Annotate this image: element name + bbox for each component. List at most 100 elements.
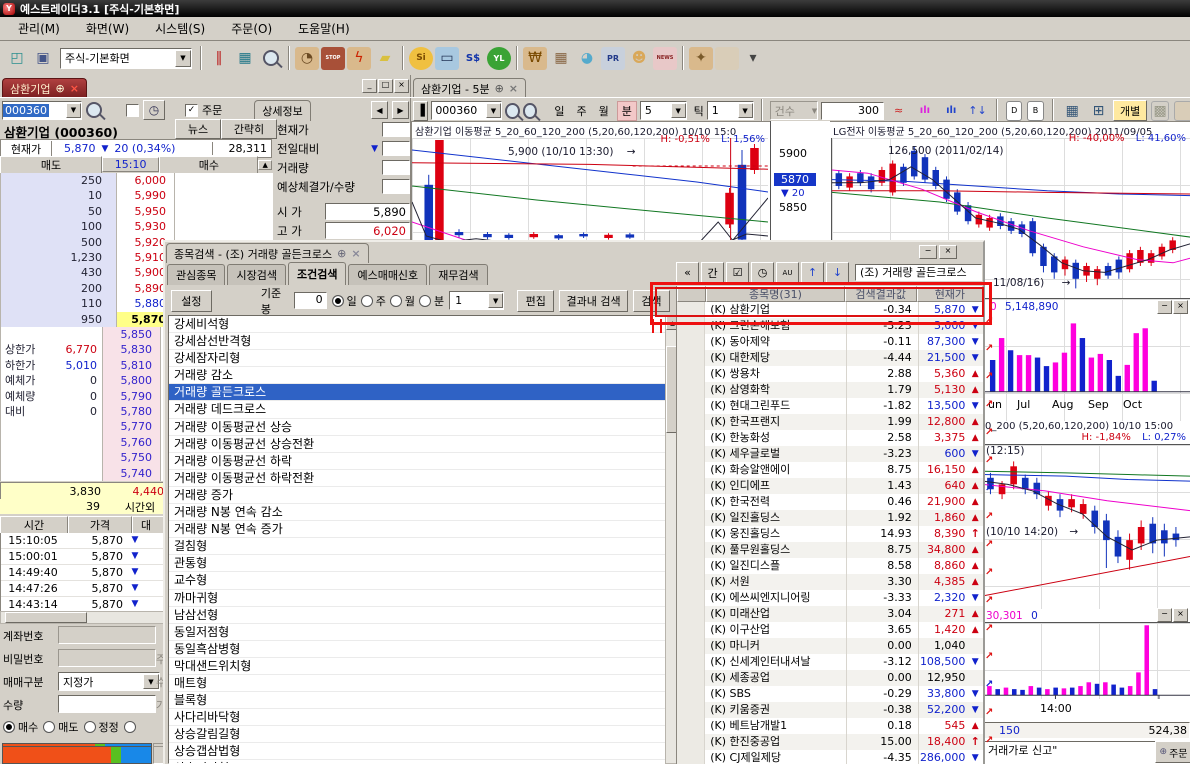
popup-tab-1[interactable]: 관심종목 bbox=[167, 264, 225, 285]
table-row[interactable]: (K) 세우글로벌-3.23600▼ bbox=[677, 446, 983, 462]
list-item[interactable]: 막대샌드위치형 bbox=[169, 658, 665, 675]
scrollbar-thumb[interactable] bbox=[5, 612, 87, 623]
list-item[interactable]: 상승갈림길형 bbox=[169, 726, 665, 743]
close-icon[interactable]: × bbox=[351, 247, 360, 260]
password-input[interactable] bbox=[58, 649, 156, 667]
list-item[interactable]: 사다리바닥형 bbox=[169, 709, 665, 726]
si-coin-icon[interactable]: Si bbox=[409, 47, 433, 70]
table-row[interactable]: (K) 일진홀딩스1.921,860▲ bbox=[677, 510, 983, 526]
clock-icon[interactable]: ◷ bbox=[143, 100, 165, 120]
table-row[interactable]: (K) 이구산업3.651,420▲ bbox=[677, 622, 983, 638]
close-icon[interactable]: × bbox=[1173, 300, 1188, 314]
zoom-plus-icon[interactable] bbox=[523, 103, 538, 119]
order-side-radio-extra[interactable] bbox=[124, 721, 136, 733]
next-arrow-icon[interactable]: ▶ bbox=[392, 101, 409, 119]
table-row[interactable]: (K) 일진디스플8.588,860▲ bbox=[677, 558, 983, 574]
calendar-search-icon[interactable]: ▦ bbox=[549, 47, 573, 70]
ask-price[interactable]: 5,990 bbox=[117, 188, 175, 203]
timer-checkbox[interactable] bbox=[126, 104, 139, 117]
stop-icon[interactable]: STOP bbox=[321, 47, 345, 70]
ask-row[interactable]: 2506,000 bbox=[1, 173, 273, 188]
popup-tab-2[interactable]: 시장검색 bbox=[227, 264, 285, 285]
order-checkbox[interactable]: ✓ bbox=[185, 104, 198, 117]
popup-period-radio-월[interactable]: 월 bbox=[390, 293, 415, 309]
list-item[interactable]: 상승기아형 bbox=[169, 760, 665, 764]
bid-price[interactable]: 5,760 bbox=[103, 435, 161, 450]
news-icon[interactable]: NEWS bbox=[653, 47, 677, 70]
ask-row[interactable]: 505,950 bbox=[1, 204, 273, 219]
volume-chart-icon[interactable]: ılı bbox=[941, 99, 962, 122]
line-chart-icon[interactable]: ≈ bbox=[888, 99, 909, 122]
bookmark-icon[interactable]: ▐ bbox=[413, 101, 428, 121]
count-select[interactable]: 건수 ▼ bbox=[770, 101, 819, 120]
list-item[interactable]: 거래량 이동평균선 상승전환 bbox=[169, 436, 665, 453]
search-icon[interactable] bbox=[86, 102, 102, 118]
list-item[interactable]: 매트형 bbox=[169, 675, 665, 692]
tick-select[interactable]: 1 ▼ bbox=[707, 101, 754, 120]
table-row[interactable]: (K) 미래산업3.04271▲ bbox=[677, 606, 983, 622]
popup-period-radio-주[interactable]: 주 bbox=[361, 293, 386, 309]
interval-icon[interactable]: 간 bbox=[701, 262, 724, 283]
dock-icon[interactable]: « bbox=[676, 262, 699, 283]
list-item[interactable]: 거래량 N봉 연속 감소 bbox=[169, 504, 665, 521]
table-row[interactable]: (K) 동아제약-0.1187,300▼ bbox=[677, 334, 983, 350]
moneybag-icon[interactable]: ₩ bbox=[523, 47, 547, 70]
table-row[interactable]: (K) 한국전력0.4621,900▲ bbox=[677, 494, 983, 510]
chevron-down-icon[interactable]: ▼ bbox=[738, 103, 753, 118]
list-item[interactable]: 상승갭삼법형 bbox=[169, 743, 665, 760]
list-item[interactable]: 거래량 증가 bbox=[169, 487, 665, 504]
eraser-icon[interactable]: ▰ bbox=[373, 47, 397, 70]
bid-price[interactable]: 5,770 bbox=[103, 419, 161, 434]
result-query-field[interactable]: (조) 거래량 골든크로스 bbox=[855, 264, 982, 281]
clock-icon[interactable]: ◷ bbox=[751, 262, 774, 283]
minimize-icon[interactable]: − bbox=[919, 245, 937, 259]
lightning-icon[interactable]: ϟ bbox=[347, 47, 371, 70]
table-row[interactable]: (K) 대한제당-4.4421,500▼ bbox=[677, 350, 983, 366]
detail-field-input[interactable] bbox=[382, 141, 410, 156]
table-row[interactable]: (K) CJ제일제당-4.35286,000▼ bbox=[677, 750, 983, 764]
move-up-icon[interactable]: ↑ bbox=[801, 262, 824, 283]
popup-tab-5[interactable]: 재무검색 bbox=[429, 264, 487, 285]
list-item[interactable]: 걸침형 bbox=[169, 538, 665, 555]
move-down-icon[interactable]: ↓ bbox=[826, 262, 849, 283]
screen-select[interactable]: 주식-기본화면▼ bbox=[60, 48, 192, 69]
news-button[interactable]: 뉴스 bbox=[175, 119, 221, 139]
minimize-icon[interactable]: − bbox=[1157, 608, 1172, 622]
menu-item[interactable]: 화면(W) bbox=[82, 18, 133, 39]
popup-period-radio-분[interactable]: 분 bbox=[419, 293, 444, 309]
menu-item[interactable]: 도움말(H) bbox=[294, 18, 354, 39]
order-button[interactable]: ⊕ 주문 bbox=[1155, 741, 1190, 763]
chevron-down-icon[interactable]: ▼ bbox=[175, 50, 191, 67]
popup-minute-select[interactable]: 1 ▼ bbox=[449, 291, 504, 310]
pie-chart-icon[interactable]: ◕ bbox=[575, 47, 599, 70]
bid-price[interactable]: 5,810 bbox=[103, 358, 161, 373]
table-row[interactable]: (K) 인디에프1.43640▲ bbox=[677, 478, 983, 494]
ss-icon[interactable]: S$ bbox=[461, 47, 485, 70]
bid-price[interactable]: 5,850 bbox=[103, 327, 161, 342]
close-icon[interactable]: × bbox=[1173, 608, 1188, 622]
bid-price[interactable]: 5,830 bbox=[103, 342, 161, 357]
bar-chart-icon[interactable]: ılı bbox=[914, 99, 935, 122]
detail-field-input[interactable] bbox=[382, 122, 410, 137]
table-row[interactable]: (K) 한국프랜지1.9912,800▲ bbox=[677, 414, 983, 430]
radio-icon[interactable] bbox=[3, 721, 15, 733]
table-row[interactable]: (K) 현대그린푸드-1.8213,500▼ bbox=[677, 398, 983, 414]
chevron-down-icon[interactable]: ▼ bbox=[671, 103, 686, 118]
radio-icon[interactable] bbox=[390, 295, 402, 307]
list-item[interactable]: 거래량 이동평균선 하락 bbox=[169, 453, 665, 470]
edit-button[interactable]: 편집 bbox=[517, 290, 554, 312]
candle-chart-icon[interactable]: ‖ bbox=[207, 47, 231, 70]
bid-price[interactable]: 5,780 bbox=[103, 404, 161, 419]
popup-period-radio-일[interactable]: 일 bbox=[332, 293, 357, 309]
bid-price[interactable]: 5,800 bbox=[103, 373, 161, 388]
list-item[interactable]: 거래량 이동평균선 하락전환 bbox=[169, 470, 665, 487]
blank-icon[interactable] bbox=[715, 47, 739, 70]
detail-field-input[interactable] bbox=[382, 160, 410, 175]
menu-item[interactable]: 관리(M) bbox=[14, 18, 64, 39]
list-item[interactable]: 까마귀형 bbox=[169, 590, 665, 607]
yl-icon[interactable]: YL bbox=[487, 47, 511, 70]
list-item[interactable]: 거래량 N봉 연속 증가 bbox=[169, 521, 665, 538]
period-button-월[interactable]: 월 bbox=[595, 102, 613, 120]
table-row[interactable]: (K) 쌍용차2.885,360▲ bbox=[677, 366, 983, 382]
list-item[interactable]: 강세비석형 bbox=[169, 316, 665, 333]
